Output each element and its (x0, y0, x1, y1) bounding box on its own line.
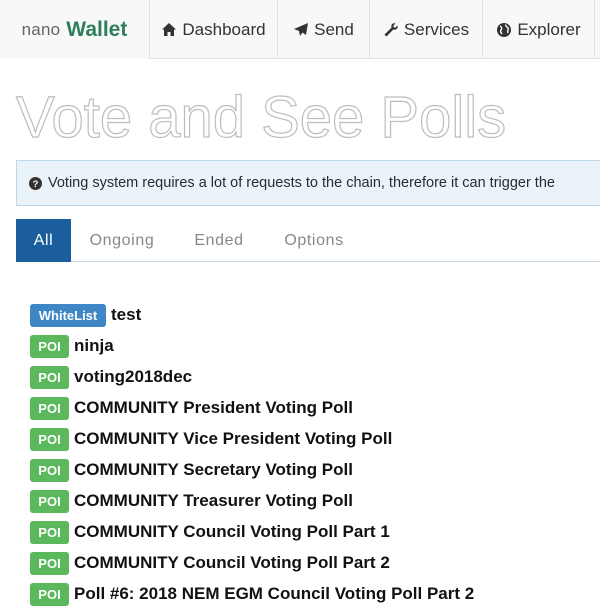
list-item[interactable]: POI COMMUNITY Council Voting Poll Part 2 (30, 551, 390, 575)
poi-badge: POI (30, 427, 69, 451)
nav-send[interactable]: Send (278, 0, 370, 59)
list-item[interactable]: POI COMMUNITY Secretary Voting Poll (30, 458, 353, 482)
nav-dashboard[interactable]: Dashboard (150, 0, 278, 59)
paper-plane-icon (293, 22, 309, 38)
info-alert: ? Voting system requires a lot of reques… (16, 160, 600, 206)
tab-options[interactable]: Options (268, 219, 360, 262)
page-title: Vote and See Polls (15, 84, 507, 151)
poll-title[interactable]: COMMUNITY Council Voting Poll Part 2 (74, 553, 390, 573)
nav-services-label: Services (403, 19, 470, 39)
poi-badge: POI (30, 334, 69, 358)
poi-badge: POI (30, 365, 69, 389)
brand-prefix: nano (21, 19, 61, 39)
poll-tabs: All Ongoing Ended Options (16, 219, 600, 262)
alert-text: Voting system requires a lot of requests… (48, 175, 555, 191)
poll-title[interactable]: voting2018dec (74, 367, 192, 387)
wrench-icon (383, 22, 399, 38)
navbar: nano Wallet Dashboard Send Services Expl… (0, 0, 600, 59)
list-item[interactable]: POI ninja (30, 334, 114, 358)
poll-title[interactable]: COMMUNITY Vice President Voting Poll (74, 429, 392, 449)
list-item[interactable]: POI COMMUNITY President Voting Poll (30, 396, 353, 420)
poi-badge: POI (30, 396, 69, 420)
page-title-text: Vote and See Polls (15, 84, 507, 150)
list-item[interactable]: POI COMMUNITY Vice President Voting Poll (30, 427, 392, 451)
nav-send-label: Send (314, 19, 354, 39)
poll-title[interactable]: COMMUNITY President Voting Poll (74, 398, 353, 418)
list-item[interactable]: POI COMMUNITY Treasurer Voting Poll (30, 489, 353, 513)
poll-title[interactable]: COMMUNITY Council Voting Poll Part 1 (74, 522, 390, 542)
home-icon (161, 22, 177, 38)
nav-dashboard-label: Dashboard (182, 19, 266, 39)
poi-badge: POI (30, 582, 69, 606)
list-item[interactable]: POI Poll #6: 2018 NEM EGM Council Voting… (30, 582, 474, 606)
poll-title[interactable]: test (111, 305, 141, 325)
svg-text:?: ? (33, 179, 39, 190)
list-item[interactable]: WhiteList test (30, 303, 141, 327)
nav-services[interactable]: Services (370, 0, 483, 59)
poll-title[interactable]: COMMUNITY Secretary Voting Poll (74, 460, 353, 480)
brand-logo[interactable]: nano Wallet (0, 0, 150, 59)
poll-title[interactable]: Poll #6: 2018 NEM EGM Council Voting Pol… (74, 584, 474, 604)
poi-badge: POI (30, 520, 69, 544)
list-item[interactable]: POI COMMUNITY Council Voting Poll Part 1 (30, 520, 390, 544)
nav-explorer-label: Explorer (517, 19, 581, 39)
nav-explorer[interactable]: Explorer (483, 0, 595, 59)
question-circle-icon: ? (29, 176, 42, 190)
globe-icon (496, 22, 512, 38)
poi-badge: POI (30, 489, 69, 513)
brand-main: Wallet (66, 17, 128, 41)
tab-all[interactable]: All (16, 219, 71, 262)
poll-title[interactable]: COMMUNITY Treasurer Voting Poll (74, 491, 353, 511)
tab-ongoing[interactable]: Ongoing (78, 219, 166, 262)
poi-badge: POI (30, 458, 69, 482)
list-item[interactable]: POI voting2018dec (30, 365, 192, 389)
poi-badge: POI (30, 551, 69, 575)
poll-title[interactable]: ninja (74, 336, 114, 356)
whitelist-badge: WhiteList (30, 303, 106, 327)
tab-ended[interactable]: Ended (179, 219, 259, 262)
